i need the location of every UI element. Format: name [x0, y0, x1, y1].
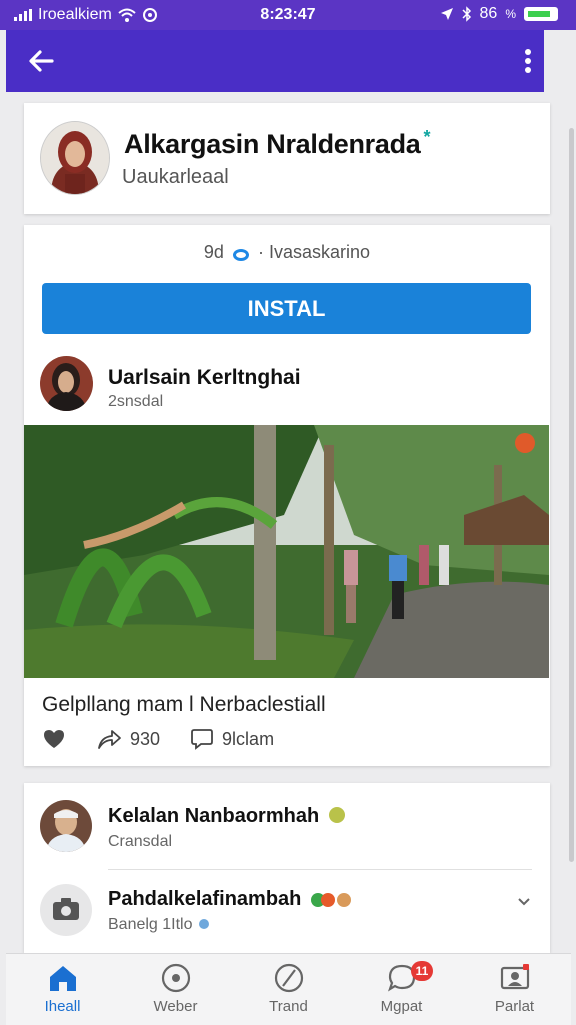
back-button[interactable]: [26, 45, 58, 77]
watch-icon: [161, 963, 190, 993]
nav-home-label: Iheall: [44, 998, 81, 1015]
location-icon: [440, 8, 453, 20]
post-actions: 930 9lclam: [42, 727, 304, 751]
stats-count: 9d: [203, 242, 224, 262]
emoji-icon: [328, 807, 345, 823]
stats-text: Ivasaskarino: [269, 242, 371, 262]
nav-watch[interactable]: Weber: [119, 954, 232, 1025]
comment-author-1[interactable]: Kelalan Nanbaormhah: [108, 805, 345, 828]
author-name[interactable]: Uarlsain Kerltnghai: [108, 366, 301, 390]
nav-trend-label: Trand: [269, 998, 308, 1015]
more-options-button[interactable]: [512, 45, 544, 77]
nav-profile[interactable]: Parlat: [458, 954, 571, 1025]
post-time: 2snsdal: [108, 393, 164, 410]
compass-icon: [274, 963, 303, 993]
comments-card: Kelalan Nanbaormhah Cransdal Pahdalkelaf…: [24, 783, 550, 953]
nav-home[interactable]: Iheall: [6, 954, 119, 1025]
post-caption: Gelpllang mam l Nerbaclestiall: [42, 693, 326, 716]
share-button[interactable]: 930: [96, 728, 160, 750]
comment-button[interactable]: 9lclam: [190, 727, 274, 751]
profile-card-icon: [500, 964, 529, 990]
expand-button[interactable]: [516, 893, 532, 909]
nav-profile-label: Parlat: [494, 998, 535, 1015]
status-bar: Iroealkiem 8:23:47 86 %: [0, 0, 576, 30]
scrollbar[interactable]: [569, 128, 574, 862]
home-icon: [49, 966, 76, 991]
battery-percent: 86: [479, 5, 498, 22]
comment-sub-1: Cransdal: [108, 833, 173, 850]
divider: [108, 869, 532, 870]
nav-watch-label: Weber: [153, 998, 198, 1015]
signal-strength-icon: %: [505, 7, 516, 21]
link-icon: [232, 249, 249, 261]
install-button[interactable]: INSTAL: [42, 283, 531, 334]
chevron-down-icon: [518, 898, 530, 906]
share-count: 930: [130, 728, 161, 749]
like-button[interactable]: [42, 728, 66, 750]
post-image[interactable]: [24, 425, 549, 678]
comment-icon: [191, 729, 213, 750]
camera-button[interactable]: [40, 884, 92, 936]
share-arrow-icon: [98, 730, 121, 749]
profile-subtitle: Uaukarleaal: [122, 166, 229, 188]
post-card: 9d · Ivasaskarino INSTAL Uarlsain Kerltn…: [24, 225, 550, 766]
bluetooth-icon: [462, 6, 471, 22]
nav-trend[interactable]: Trand: [232, 954, 345, 1025]
status-right: 86 %: [440, 5, 558, 23]
nav-messages[interactable]: 11 Mgpat: [345, 954, 458, 1025]
info-dot-icon: [198, 919, 209, 929]
stats-dot: ·: [257, 242, 264, 262]
bottom-navigation: Iheall Weber Trand 11 Mgpat Parlat: [6, 953, 571, 1025]
profile-avatar[interactable]: [40, 121, 110, 195]
camera-icon: [53, 898, 79, 920]
reaction-emoji-icons: [310, 890, 351, 913]
verified-star-icon: *: [423, 127, 431, 147]
nav-messages-label: Mgpat: [380, 998, 423, 1015]
comment-author-2[interactable]: Pahdalkelafinambah: [108, 888, 351, 913]
comment-sub-2: Banelg 1Itlo: [108, 916, 209, 934]
post-stats: 9d · Ivasaskarino: [24, 242, 550, 263]
arrow-left-icon: [29, 50, 54, 72]
profile-card: Alkargasin Nraldenrada * Uaukarleaal: [24, 103, 550, 214]
app-bar: [6, 30, 544, 92]
more-vertical-icon: [525, 49, 531, 73]
heart-icon: [44, 730, 64, 748]
battery-icon: [524, 7, 558, 21]
profile-name: Alkargasin Nraldenrada *: [124, 127, 431, 159]
notification-badge: 11: [411, 961, 433, 981]
commenter-avatar[interactable]: [40, 800, 92, 852]
author-avatar[interactable]: [40, 356, 93, 411]
comment-count: 9lclam: [222, 728, 275, 749]
